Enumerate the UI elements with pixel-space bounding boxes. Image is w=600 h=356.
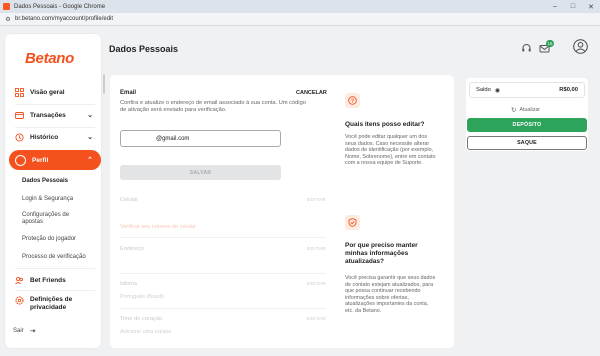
sidebar-item-transactions[interactable]: Transações ⌄ bbox=[15, 107, 95, 123]
info-card-title: Quais itens posso editar? bbox=[345, 121, 425, 128]
language-edit-button[interactable]: EDITAR bbox=[307, 282, 326, 287]
logout-icon: ⇥ bbox=[29, 328, 36, 335]
info-card-title: Por que preciso manter minhas informaçõe… bbox=[345, 242, 418, 265]
deposit-button[interactable]: DEPÓSITO bbox=[467, 118, 587, 132]
betano-favicon-icon bbox=[3, 3, 10, 10]
divider bbox=[120, 273, 326, 274]
privacy-gear-icon bbox=[15, 296, 24, 305]
info-card-text: Você precisa garantir que seus dados de … bbox=[345, 275, 436, 314]
sidebar-item-profile[interactable]: Perfil ⌃ bbox=[9, 150, 101, 170]
info-card-editable-items: ? Quais itens posso editar? Você pode ed… bbox=[336, 83, 441, 195]
submenu-bet-settings[interactable]: Configurações de apostas bbox=[22, 212, 82, 226]
sidebar-item-label: Histórico bbox=[30, 133, 59, 141]
email-field[interactable]: @gmail.com bbox=[120, 130, 281, 147]
divider bbox=[120, 237, 326, 238]
window-title: Dados Pessoais - Google Chrome bbox=[14, 3, 106, 10]
sidebar-item-label: Perfil bbox=[32, 156, 49, 164]
chevron-up-icon: ⌃ bbox=[87, 157, 93, 164]
sidebar-item-overview[interactable]: Visão geral bbox=[15, 84, 95, 100]
divider bbox=[15, 104, 95, 105]
browser-title-bar: Dados Pessoais - Google Chrome – □ ✕ bbox=[0, 0, 600, 13]
refresh-balance-button[interactable]: ↻ Atualizar bbox=[511, 106, 540, 114]
favorite-team-label: Time do coração bbox=[120, 316, 163, 322]
favorite-team-edit-button[interactable]: EDITAR bbox=[307, 317, 326, 322]
balance-label: Saldo bbox=[476, 87, 491, 93]
betano-logo[interactable]: Betano bbox=[25, 50, 74, 67]
email-label: Email bbox=[120, 90, 137, 96]
address-label: Endereço bbox=[120, 246, 145, 252]
history-icon bbox=[15, 132, 24, 142]
wallet-icon bbox=[15, 111, 24, 120]
info-card-text: Você pode editar qualquer um dos seus da… bbox=[345, 134, 436, 167]
account-avatar-icon[interactable] bbox=[572, 38, 588, 54]
submenu-personal-data[interactable]: Dados Pessoais bbox=[22, 178, 68, 185]
chevron-down-icon: ⌄ bbox=[87, 134, 93, 141]
sidebar-scrollbar[interactable] bbox=[103, 74, 105, 94]
sidebar: Betano Visão geral Transações ⌄ Históric… bbox=[5, 34, 105, 348]
cancel-button[interactable]: CANCELAR bbox=[296, 90, 327, 96]
withdraw-button[interactable]: SAQUE bbox=[467, 136, 587, 150]
window-controls: – □ ✕ bbox=[546, 0, 600, 13]
sidebar-item-bet-friends[interactable]: Bet Friends bbox=[15, 272, 95, 288]
save-button[interactable]: SALVAR bbox=[120, 165, 281, 180]
balance-value: R$0,00 bbox=[559, 87, 578, 93]
eye-icon[interactable]: ◉ bbox=[495, 87, 500, 94]
logout-button[interactable]: Sair ⇥ bbox=[13, 327, 36, 335]
language-value: Português (Brasil) bbox=[120, 294, 165, 300]
submenu-login-security[interactable]: Login & Segurança bbox=[22, 196, 73, 203]
sidebar-item-label: Visão geral bbox=[30, 88, 65, 96]
divider bbox=[15, 290, 95, 291]
sidebar-item-privacy[interactable]: Definições de privacidade bbox=[15, 296, 95, 314]
chevron-down-icon: ⌄ bbox=[87, 112, 93, 119]
logout-label: Sair bbox=[13, 328, 24, 334]
phone-verify-value: Verificar seu número de celular bbox=[120, 224, 196, 230]
notification-badge: 15 bbox=[546, 40, 554, 47]
url-text[interactable]: br.betano.com/myaccount/profile/edit bbox=[15, 16, 113, 22]
divider bbox=[15, 127, 95, 128]
refresh-icon: ↻ bbox=[511, 107, 517, 114]
support-headset-icon[interactable] bbox=[520, 42, 532, 54]
site-settings-icon[interactable]: ⚙ bbox=[4, 15, 12, 23]
sidebar-item-history[interactable]: Histórico ⌄ bbox=[15, 129, 95, 145]
submenu-verification[interactable]: Processo de verificação bbox=[22, 254, 86, 261]
friends-icon bbox=[15, 276, 24, 285]
refresh-label: Atualizar bbox=[519, 107, 541, 113]
address-bar[interactable]: ⚙ br.betano.com/myaccount/profile/edit bbox=[0, 13, 600, 26]
divider bbox=[15, 268, 95, 269]
minimize-icon[interactable]: – bbox=[546, 0, 564, 13]
submenu-player-protection[interactable]: Proteção do jogador bbox=[22, 236, 76, 243]
email-description: Confira e atualize o endereço de email a… bbox=[120, 100, 306, 113]
divider bbox=[120, 308, 326, 309]
question-icon: ? bbox=[345, 93, 360, 108]
phone-label: Celular bbox=[120, 197, 139, 203]
info-card-why-update: Por que preciso manter minhas informaçõe… bbox=[336, 205, 441, 335]
balance-row: Saldo ◉ R$0,00 bbox=[469, 82, 585, 98]
maximize-icon[interactable]: □ bbox=[564, 0, 582, 13]
language-label: Idioma bbox=[120, 281, 138, 287]
favorite-team-value: Adicione uma equipe bbox=[120, 329, 172, 335]
close-icon[interactable]: ✕ bbox=[582, 0, 600, 13]
sidebar-item-label: Definições de privacidade bbox=[30, 296, 73, 311]
page-title: Dados Pessoais bbox=[109, 44, 179, 54]
grid-icon bbox=[15, 87, 24, 97]
sidebar-item-label: Bet Friends bbox=[30, 276, 66, 284]
phone-edit-button[interactable]: EDITAR bbox=[307, 198, 326, 203]
balance-panel: Saldo ◉ R$0,00 ↻ Atualizar DEPÓSITO SAQU… bbox=[466, 78, 588, 151]
shield-icon bbox=[345, 215, 360, 230]
address-edit-button[interactable]: EDITAR bbox=[307, 247, 326, 252]
sidebar-item-label: Transações bbox=[30, 111, 66, 119]
user-icon bbox=[15, 154, 26, 166]
